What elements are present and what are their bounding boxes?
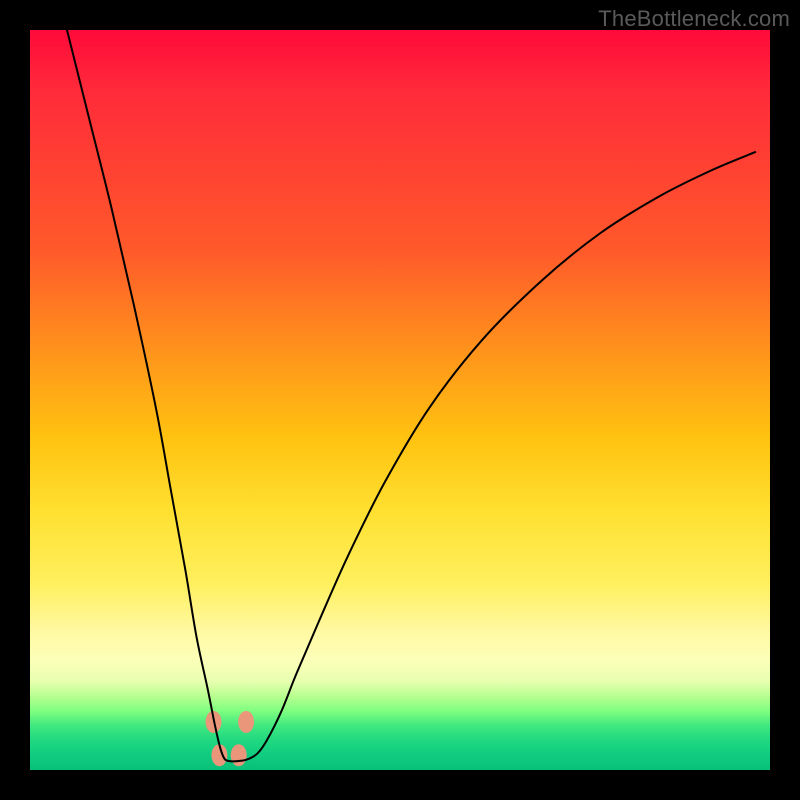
chart-svg (30, 30, 770, 770)
data-marker (231, 744, 247, 766)
data-marker (238, 711, 254, 733)
chart-frame: TheBottleneck.com (0, 0, 800, 800)
curve-path (67, 30, 755, 761)
plot-area (30, 30, 770, 770)
watermark-text: TheBottleneck.com (598, 6, 790, 32)
